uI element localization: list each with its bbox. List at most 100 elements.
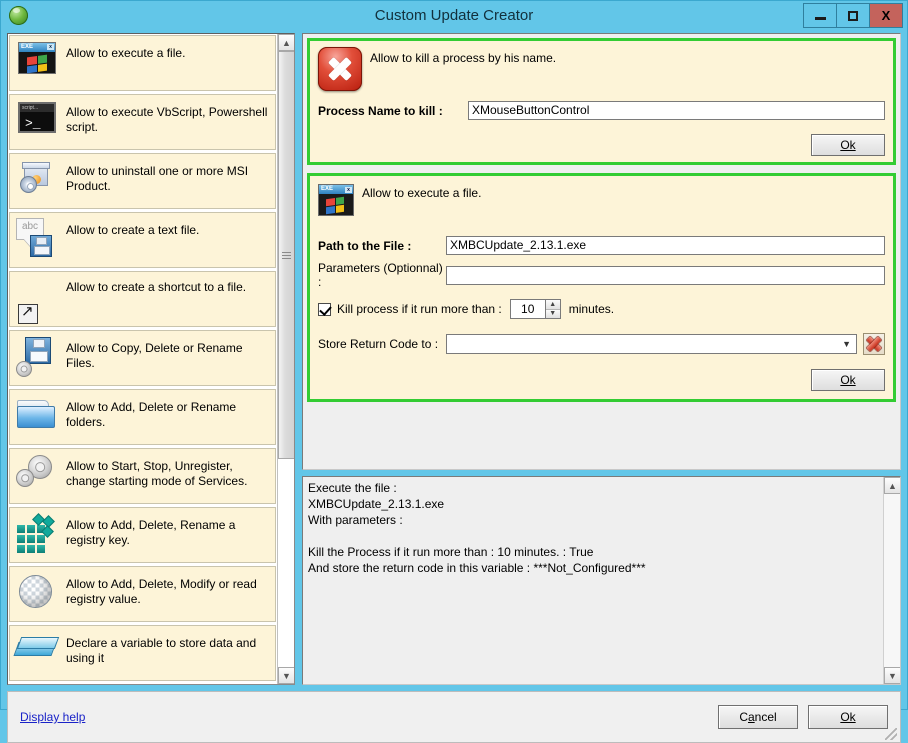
- list-item-label: Allow to uninstall one or more MSI Produ…: [66, 164, 249, 193]
- list-item-label: Allow to Add, Delete, Modify or read reg…: [66, 577, 257, 606]
- cancel-button[interactable]: Cancel: [718, 705, 798, 729]
- resize-grip-icon[interactable]: [885, 728, 897, 740]
- execute-file-actions: Ok: [310, 365, 893, 399]
- execute-file-ok-label: Ok: [840, 373, 856, 387]
- close-button[interactable]: X: [869, 3, 903, 28]
- list-item-label: Allow to Add, Delete, Rename a registry …: [66, 518, 236, 547]
- action-cards-area: Allow to kill a process by his name. Pro…: [302, 33, 901, 470]
- maximize-icon: [848, 10, 858, 21]
- stepper-down-icon[interactable]: ▼: [545, 309, 560, 318]
- parameters-row: Parameters (Optionnal) :: [318, 261, 885, 289]
- kill-process-card-title: Allow to kill a process by his name.: [370, 51, 557, 65]
- minimize-icon: [814, 17, 826, 20]
- stepper-up-icon[interactable]: ▲: [545, 300, 560, 310]
- scrollbar-grip-icon: [282, 251, 291, 259]
- variable-slab-icon: [13, 630, 62, 676]
- list-item-label: Allow to execute VbScript, Powershell sc…: [66, 105, 268, 134]
- return-code-row: Store Return Code to : ▼: [318, 333, 885, 355]
- list-scrollbar[interactable]: ▲ ▼: [277, 34, 294, 684]
- kill-timeout-row: Kill process if it run more than : 10 ▲ …: [318, 299, 885, 319]
- list-item-label: Allow to Add, Delete or Rename folders.: [66, 400, 237, 429]
- process-name-label: Process Name to kill :: [318, 103, 443, 118]
- registry-key-cube-icon: [14, 512, 62, 558]
- kill-process-card: Allow to kill a process by his name. Pro…: [307, 38, 896, 165]
- chevron-down-icon: ▼: [842, 339, 851, 349]
- path-label: Path to the File :: [318, 238, 412, 253]
- list-item[interactable]: Allow to Start, Stop, Unregister, change…: [9, 448, 276, 504]
- registry-value-sphere-icon: [14, 571, 62, 617]
- list-item[interactable]: Allow to Add, Delete, Modify or read reg…: [9, 566, 276, 622]
- list-item-label: Allow to execute a file.: [66, 46, 186, 60]
- list-item-label: Allow to create a text file.: [66, 223, 200, 237]
- path-row: Path to the File : XMBCUpdate_2.13.1.exe: [318, 236, 885, 255]
- scrollbar-track[interactable]: [884, 494, 900, 667]
- execute-file-card: EXE x Allow to execute a file. Path to th…: [307, 173, 896, 402]
- footer-bar: Display help Cancel Ok: [7, 691, 901, 743]
- exe-window-icon: EXE x: [14, 40, 62, 86]
- window-title: Custom Update Creator: [374, 7, 534, 24]
- floppy-gear-icon: [14, 335, 62, 381]
- list-item[interactable]: EXE x Allow to execute a file.: [9, 35, 276, 91]
- red-x-kill-icon: [318, 47, 362, 91]
- script-console-icon: script... >_: [14, 99, 62, 145]
- minutes-stepper-buttons[interactable]: ▲ ▼: [545, 299, 561, 319]
- maximize-button[interactable]: [836, 3, 870, 28]
- kill-timeout-checkbox[interactable]: [318, 302, 331, 316]
- list-item-label: Declare a variable to store data and usi…: [66, 636, 257, 665]
- gears-icon: [14, 453, 62, 499]
- list-item[interactable]: abc Allow to create a text file.: [9, 212, 276, 268]
- scrollbar-thumb[interactable]: [278, 51, 294, 459]
- list-item-label: Allow to Start, Stop, Unregister, change…: [66, 459, 248, 488]
- folder-icon: [14, 394, 62, 440]
- path-input[interactable]: XMBCUpdate_2.13.1.exe: [446, 236, 885, 255]
- text-file-save-icon: abc: [14, 217, 62, 263]
- kill-process-form: Process Name to kill : XMouseButtonContr…: [310, 91, 893, 130]
- execute-file-ok-button[interactable]: Ok: [811, 369, 885, 391]
- parameters-input[interactable]: [446, 265, 885, 285]
- kill-timeout-label: Kill process if it run more than :: [337, 302, 502, 316]
- list-item-label: Allow to Copy, Delete or Rename Files.: [66, 341, 243, 370]
- execute-file-card-title: Allow to execute a file.: [362, 186, 482, 200]
- scroll-up-icon[interactable]: ▲: [278, 34, 294, 51]
- client-area: EXE x Allow to execute a file. script... …: [7, 31, 901, 685]
- summary-text: Execute the file : XMBCUpdate_2.13.1.exe…: [308, 481, 646, 575]
- kill-process-card-header: Allow to kill a process by his name.: [310, 41, 893, 91]
- list-item[interactable]: Allow to Add, Delete or Rename folders.: [9, 389, 276, 445]
- list-item[interactable]: Allow to Copy, Delete or Rename Files.: [9, 330, 276, 386]
- kill-process-actions: Ok: [310, 130, 893, 162]
- scroll-down-icon[interactable]: ▼: [884, 667, 900, 684]
- footer-buttons: Cancel Ok: [718, 705, 888, 729]
- kill-process-ok-button[interactable]: Ok: [811, 134, 885, 156]
- scroll-down-icon[interactable]: ▼: [278, 667, 294, 684]
- list-item[interactable]: Allow to uninstall one or more MSI Produ…: [9, 153, 276, 209]
- application-window: Custom Update Creator X EXE x Allow to e…: [0, 0, 908, 743]
- list-item[interactable]: Declare a variable to store data and usi…: [9, 625, 276, 681]
- ok-button[interactable]: Ok: [808, 705, 888, 729]
- minimize-button[interactable]: [803, 3, 837, 28]
- minutes-suffix-label: minutes.: [568, 302, 615, 316]
- action-type-list[interactable]: EXE x Allow to execute a file. script... …: [7, 33, 295, 685]
- list-item[interactable]: script... >_ Allow to execute VbScript, …: [9, 94, 276, 150]
- summary-panel: Execute the file : XMBCUpdate_2.13.1.exe…: [302, 476, 901, 685]
- list-item[interactable]: Allow to create a shortcut to a file.: [9, 271, 276, 327]
- kill-process-ok-label: Ok: [840, 138, 856, 152]
- action-type-list-items: EXE x Allow to execute a file. script... …: [8, 34, 277, 684]
- return-code-select[interactable]: ▼: [446, 334, 857, 354]
- cancel-label: Cancel: [739, 710, 777, 724]
- scroll-up-icon[interactable]: ▲: [884, 477, 900, 494]
- editor-pane: Allow to kill a process by his name. Pro…: [302, 33, 901, 685]
- scrollbar-track[interactable]: [278, 51, 294, 667]
- list-item[interactable]: Allow to Add, Delete, Rename a registry …: [9, 507, 276, 563]
- process-name-row: Process Name to kill : XMouseButtonContr…: [318, 101, 885, 120]
- ok-label: Ok: [840, 710, 856, 724]
- red-x-delete-icon[interactable]: [863, 333, 885, 355]
- window-controls: X: [803, 3, 903, 28]
- display-help-link[interactable]: Display help: [20, 710, 85, 724]
- process-name-input[interactable]: XMouseButtonControl: [468, 101, 885, 120]
- parameters-label: Parameters (Optionnal) :: [318, 261, 443, 289]
- minutes-stepper[interactable]: 10 ▲ ▼: [509, 299, 561, 319]
- title-bar: Custom Update Creator X: [1, 1, 907, 31]
- exe-window-icon: EXE x: [318, 184, 354, 216]
- summary-scrollbar[interactable]: ▲ ▼: [883, 477, 900, 684]
- minutes-input[interactable]: 10: [509, 299, 546, 319]
